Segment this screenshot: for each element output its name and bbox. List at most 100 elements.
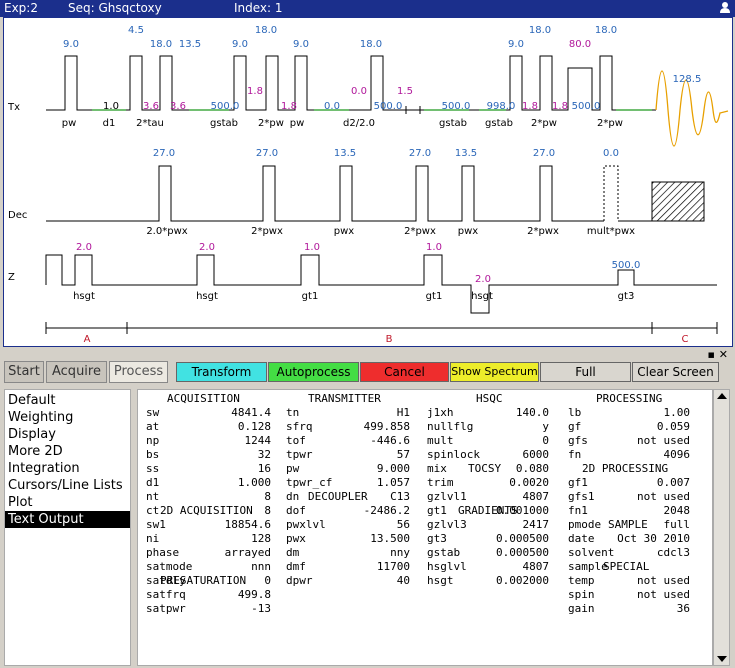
tx-power-label: 80.0 — [569, 39, 591, 50]
param-name: pwx — [286, 532, 306, 545]
sidebar-item-weighting[interactable]: Weighting — [8, 409, 73, 426]
pin-icon[interactable]: ▪ — [708, 348, 715, 361]
param-value: cdcl3 — [656, 546, 690, 559]
param-value: 128 — [251, 532, 271, 545]
param-name: satmode — [146, 560, 193, 573]
param-name: trim — [427, 476, 454, 489]
clear-screen-button[interactable]: Clear Screen — [632, 362, 719, 382]
tx-element-label: d2/2.0 — [343, 118, 375, 129]
tx-mid-label: 1.8 — [281, 101, 297, 112]
param-name: gf1 — [568, 476, 588, 489]
tx-delay-label: 500.0 — [442, 101, 471, 112]
sidebar-item-cursors[interactable]: Cursors/Line Lists — [8, 477, 123, 494]
param-name: dn — [286, 490, 300, 503]
section-heading: ACQUISITION — [167, 392, 240, 405]
param-name: lb — [568, 406, 582, 419]
param-name: date — [568, 532, 595, 545]
vertical-scrollbar[interactable] — [713, 389, 730, 666]
tx-power-label: 18.0 — [529, 25, 551, 36]
param-value: 499.858 — [363, 420, 410, 433]
param-value: not used — [637, 588, 690, 601]
param-value: 6000 — [522, 448, 550, 461]
param-name: temp — [568, 574, 595, 587]
tx-power-label: 9.0 — [508, 39, 524, 50]
param-value: arrayed — [224, 546, 271, 559]
param-value: 4807 — [522, 490, 550, 503]
close-icon[interactable]: ✕ — [719, 348, 728, 361]
pane-splitter[interactable]: ▪ ✕ — [0, 348, 735, 361]
tab-process[interactable]: Process — [109, 361, 168, 383]
z-level-label: 500.0 — [612, 260, 641, 271]
param-value: 0 — [264, 574, 271, 587]
tx-element-label: 2*pw — [258, 118, 284, 129]
param-name: bs — [146, 448, 160, 461]
cancel-button[interactable]: Cancel — [360, 362, 449, 382]
z-element-label: gt3 — [618, 291, 635, 302]
tx-delay-label: 500.0 — [374, 101, 403, 112]
param-value: 1.057 — [376, 476, 410, 489]
experiment-label: Exp:2 — [4, 1, 38, 15]
user-icon[interactable] — [719, 1, 731, 14]
tx-phase-label: 3.6 — [143, 101, 159, 112]
sidebar-item-text-output[interactable]: Text Output — [5, 511, 130, 528]
transform-button[interactable]: Transform — [176, 362, 267, 382]
pulse-sequence-panel[interactable]: Tx Dec Z 9.0 4.5 18.0 13.5 9.0 18.0 9.0 18.0 9.0 18.… — [3, 17, 733, 347]
param-value: 40 — [396, 574, 410, 587]
param-name: dmf — [286, 560, 306, 573]
param-value: C13 — [390, 490, 410, 503]
param-value: 1.00 — [663, 406, 691, 419]
z-element-label: hsgt — [73, 291, 95, 302]
param-name: gzlvl3 — [427, 518, 467, 531]
param-value: 13.500 — [370, 532, 410, 545]
param-value: not used — [637, 490, 690, 503]
param-value: 0.001000 — [496, 504, 549, 517]
param-value: 499.8 — [237, 588, 271, 601]
param-name: hsgt — [427, 574, 454, 587]
tx-power-label: 18.0 — [595, 25, 617, 36]
sidebar-item-default[interactable]: Default — [8, 392, 56, 409]
tx-element-label: 2*pw — [597, 118, 623, 129]
param-name: mult — [427, 434, 454, 447]
tab-acquire[interactable]: Acquire — [46, 361, 107, 383]
param-name: dpwr — [286, 574, 313, 587]
section-heading: TRANSMITTER — [308, 392, 381, 405]
tx-power-label: 4.5 — [128, 25, 144, 36]
param-name: np — [146, 434, 160, 447]
param-value: 0.0020 — [509, 476, 549, 489]
sidebar-item-display[interactable]: Display — [8, 426, 56, 443]
param-value: full — [663, 518, 691, 531]
section-heading: SPECIAL — [603, 560, 650, 573]
dec-element-label: pwx — [334, 226, 355, 237]
param-value: 0.080 — [515, 462, 549, 475]
sidebar-item-integration[interactable]: Integration — [8, 460, 80, 477]
dec-power-label: 0.0 — [603, 148, 619, 159]
dec-power-label: 27.0 — [256, 148, 278, 159]
scroll-up-arrow[interactable] — [717, 393, 727, 399]
sidebar-item-more-2d[interactable]: More 2D — [8, 443, 63, 460]
scroll-down-arrow[interactable] — [717, 656, 727, 662]
dec-element-label: pwx — [458, 226, 479, 237]
show-spectrum-button[interactable]: Show Spectrum — [450, 362, 539, 382]
param-value: nnn — [251, 560, 271, 573]
section-label: A — [84, 334, 91, 345]
param-name: at — [146, 420, 160, 433]
param-value: 36 — [676, 602, 690, 615]
dec-power-label: 13.5 — [334, 148, 356, 159]
tx-power-label: 9.0 — [293, 39, 309, 50]
tx-delay-label: 500.0 — [211, 101, 240, 112]
full-button[interactable]: Full — [540, 362, 631, 382]
autoprocess-button[interactable]: Autoprocess — [268, 362, 359, 382]
row-label-tx: Tx — [7, 102, 20, 113]
param-value: 0.000500 — [496, 546, 549, 559]
tab-start[interactable]: Start — [4, 361, 44, 383]
row-label-z: Z — [8, 272, 15, 283]
tx-mid-label: 1.8 — [247, 86, 263, 97]
param-name: sfrq — [286, 420, 313, 433]
title-bar: Exp:2 Seq: Ghsqctoxy Index: 1 — [0, 0, 735, 17]
tx-mid-label: 1.8 — [522, 101, 538, 112]
sidebar-item-plot[interactable]: Plot — [8, 494, 33, 511]
tx-power-label: 9.0 — [63, 39, 79, 50]
section-heading: 2D ACQUISITION — [160, 504, 253, 517]
dec-element-label: 2.0*pwx — [146, 226, 187, 237]
tx-delay-label: 500.0 — [572, 101, 601, 112]
